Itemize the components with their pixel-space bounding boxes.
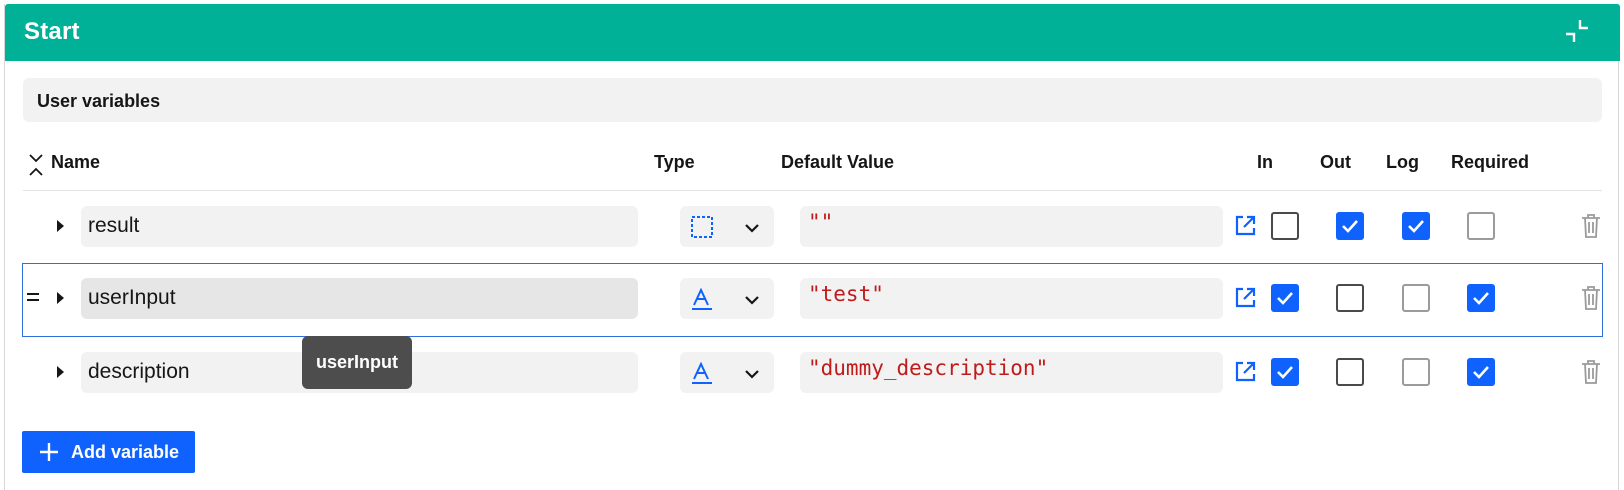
delete-icon[interactable] [1580,285,1602,311]
expand-caret-icon[interactable] [57,292,64,304]
default-value-input[interactable]: "test" [800,278,1223,319]
add-variable-label: Add variable [71,442,180,462]
type-select[interactable] [680,278,774,319]
delete-icon[interactable] [1580,359,1602,385]
type-select[interactable] [680,352,774,393]
start-panel: Start User variables Name Type Default V… [4,4,1620,490]
delete-icon[interactable] [1580,213,1602,239]
column-header-log: Log [1386,152,1419,172]
plus-icon [40,443,58,461]
required-checkbox[interactable] [1467,358,1495,386]
sort-icon[interactable] [27,152,45,178]
tooltip: userInput [302,336,412,389]
panel-header: Start [5,4,1620,61]
variable-row-result: result "" [23,192,1602,264]
column-header-name[interactable]: Name [51,152,100,173]
chevron-down-icon [745,224,759,233]
column-header-out: Out [1320,152,1351,172]
column-header-required: Required [1451,152,1530,172]
column-header-default-value: Default Value [781,152,895,172]
out-checkbox[interactable] [1336,212,1364,240]
string-type-icon [692,361,712,384]
drag-handle-icon[interactable] [27,291,39,303]
required-checkbox[interactable] [1467,212,1495,240]
default-value-input[interactable]: "" [800,206,1223,247]
in-checkbox[interactable] [1271,212,1299,240]
panel-title: Start [24,18,80,45]
open-editor-icon[interactable] [1233,286,1257,310]
variable-row-description: description "dummy_description" [23,338,1602,410]
collapse-icon[interactable] [1564,18,1594,48]
required-checkbox[interactable] [1467,284,1495,312]
add-variable-button[interactable]: Add variable [22,431,195,473]
out-checkbox[interactable] [1336,284,1364,312]
expand-caret-icon[interactable] [57,366,64,378]
chevron-down-icon [745,296,759,305]
type-select[interactable] [680,206,774,247]
chevron-down-icon [745,370,759,379]
any-type-icon [691,216,713,238]
variable-name-input[interactable]: userInput [81,278,638,319]
log-checkbox[interactable] [1402,212,1430,240]
header-divider [23,190,1602,191]
default-value-input[interactable]: "dummy_description" [800,352,1223,393]
user-variables-header: User variables [23,78,1602,122]
in-checkbox[interactable] [1271,358,1299,386]
column-header-type: Type [654,152,695,172]
section-title: User variables [37,91,161,111]
variable-row-userinput: userInput "test" [22,263,1603,337]
log-checkbox[interactable] [1402,358,1430,386]
log-checkbox[interactable] [1402,284,1430,312]
open-editor-icon[interactable] [1233,214,1257,238]
out-checkbox[interactable] [1336,358,1364,386]
column-header-in: In [1257,152,1273,172]
in-checkbox[interactable] [1271,284,1299,312]
expand-caret-icon[interactable] [57,220,64,232]
variable-name-input[interactable]: result [81,206,638,247]
string-type-icon [692,287,712,310]
open-editor-icon[interactable] [1233,360,1257,384]
